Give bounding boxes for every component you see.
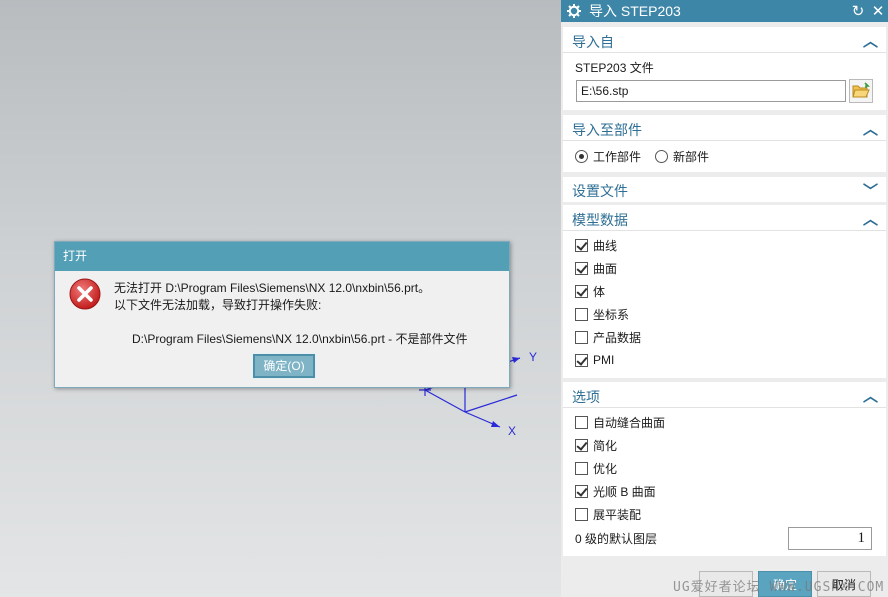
- chevron-down-icon[interactable]: ﹀: [863, 180, 878, 200]
- error-dialog: 打开 无法打开 D:\Program Files\Siemens\NX 12.0…: [54, 241, 510, 388]
- chevron-up-icon[interactable]: ︿: [863, 118, 878, 138]
- hidden-button[interactable]: [699, 571, 753, 597]
- radio-new-part-control[interactable]: [655, 149, 668, 163]
- checkbox-solids-label: 体: [593, 284, 606, 299]
- browse-folder-button[interactable]: [849, 79, 873, 103]
- checkbox-optimize-box[interactable]: [575, 461, 588, 475]
- checkbox-surfaces-label: 曲面: [593, 261, 618, 276]
- error-dialog-title[interactable]: 打开: [55, 242, 509, 271]
- chevron-up-icon[interactable]: ︿: [863, 30, 878, 50]
- checkbox-curves-box[interactable]: [575, 238, 588, 252]
- checkbox-simplify[interactable]: 简化: [575, 436, 617, 454]
- checkbox-flatten-assembly-box[interactable]: [575, 507, 588, 521]
- axis-y-label: Y: [529, 350, 538, 364]
- section-options-header[interactable]: 选项 ︿: [563, 382, 886, 408]
- default-layer-input[interactable]: [788, 527, 872, 550]
- checkbox-flatten-assembly-label: 展平装配: [593, 507, 642, 522]
- import-step-panel: 导入 STEP203 ↻ ✕ 导入自 ︿ STEP203 文件 导入至部件 ︿ …: [561, 0, 888, 597]
- section-import-to-header[interactable]: 导入至部件 ︿: [563, 115, 886, 141]
- checkbox-csys-label: 坐标系: [593, 307, 630, 322]
- ok-button[interactable]: 确定: [758, 571, 812, 597]
- axis-x-label: X: [508, 424, 517, 438]
- section-import-to-title: 导入至部件: [572, 122, 642, 138]
- checkbox-product-data-box[interactable]: [575, 330, 588, 344]
- error-message-detail: D:\Program Files\Siemens\NX 12.0\nxbin\5…: [132, 332, 468, 346]
- section-import-to: 导入至部件 ︿ 工作部件 新部件: [563, 115, 886, 172]
- checkbox-product-data-label: 产品数据: [593, 330, 642, 345]
- error-ok-button[interactable]: 确定(O): [252, 353, 316, 379]
- checkbox-optimize-label: 优化: [593, 461, 618, 476]
- chevron-up-icon[interactable]: ︿: [863, 208, 878, 228]
- chevron-up-icon[interactable]: ︿: [863, 385, 878, 405]
- error-message-line1: 无法打开 D:\Program Files\Siemens\NX 12.0\nx…: [114, 281, 431, 295]
- checkbox-simplify-label: 简化: [593, 438, 618, 453]
- close-icon[interactable]: ✕: [868, 2, 888, 20]
- checkbox-csys[interactable]: 坐标系: [575, 305, 629, 323]
- checkbox-pmi-box[interactable]: [575, 353, 588, 367]
- checkbox-smooth-b-surface[interactable]: 光顺 B 曲面: [575, 482, 656, 500]
- checkbox-curves-label: 曲线: [593, 238, 618, 253]
- checkbox-solids[interactable]: 体: [575, 282, 605, 300]
- checkbox-surfaces[interactable]: 曲面: [575, 259, 617, 277]
- panel-titlebar: 导入 STEP203 ↻ ✕: [561, 0, 888, 22]
- checkbox-solids-box[interactable]: [575, 284, 588, 298]
- checkbox-pmi[interactable]: PMI: [575, 351, 614, 369]
- checkbox-auto-sew-label: 自动缝合曲面: [593, 415, 666, 430]
- reset-icon[interactable]: ↻: [848, 2, 868, 20]
- checkbox-smooth-b-surface-box[interactable]: [575, 484, 588, 498]
- cancel-button[interactable]: 取消: [817, 571, 871, 597]
- section-model-data-title: 模型数据: [572, 212, 628, 228]
- default-layer-label: 0 级的默认图层: [575, 531, 658, 546]
- radio-new-part-label: 新部件: [673, 149, 710, 164]
- radio-work-part[interactable]: 工作部件: [575, 147, 641, 165]
- step-file-input[interactable]: [576, 80, 846, 102]
- panel-title: 导入 STEP203: [589, 3, 681, 19]
- section-import-from-header[interactable]: 导入自 ︿: [563, 27, 886, 53]
- error-icon: [69, 278, 101, 310]
- radio-new-part[interactable]: 新部件: [655, 147, 709, 165]
- checkbox-surfaces-box[interactable]: [575, 261, 588, 275]
- section-settings-file: 设置文件 ﹀: [563, 177, 886, 202]
- checkbox-curves[interactable]: 曲线: [575, 236, 617, 254]
- step-file-label: STEP203 文件: [575, 60, 654, 75]
- error-message-line2: 以下文件无法加载，导致打开操作失败:: [114, 298, 322, 312]
- section-model-data-header[interactable]: 模型数据 ︿: [563, 205, 886, 231]
- checkbox-product-data[interactable]: 产品数据: [575, 328, 641, 346]
- checkbox-auto-sew-box[interactable]: [575, 415, 588, 429]
- gear-icon: [567, 4, 581, 18]
- section-model-data: 模型数据 ︿ 曲线 曲面 体 坐标系 产品数据 PMI: [563, 205, 886, 378]
- checkbox-simplify-box[interactable]: [575, 438, 588, 452]
- section-import-from-title: 导入自: [572, 34, 614, 50]
- section-settings-file-header[interactable]: 设置文件 ﹀: [563, 177, 886, 202]
- checkbox-optimize[interactable]: 优化: [575, 459, 617, 477]
- folder-open-icon: [852, 82, 870, 98]
- section-options-title: 选项: [572, 389, 600, 405]
- checkbox-csys-box[interactable]: [575, 307, 588, 321]
- radio-work-part-control[interactable]: [575, 149, 588, 163]
- section-settings-file-title: 设置文件: [572, 183, 628, 199]
- checkbox-flatten-assembly[interactable]: 展平装配: [575, 505, 641, 523]
- radio-work-part-label: 工作部件: [593, 149, 642, 164]
- checkbox-smooth-b-surface-label: 光顺 B 曲面: [593, 484, 656, 499]
- checkbox-pmi-label: PMI: [593, 353, 615, 367]
- checkbox-auto-sew[interactable]: 自动缝合曲面: [575, 413, 665, 431]
